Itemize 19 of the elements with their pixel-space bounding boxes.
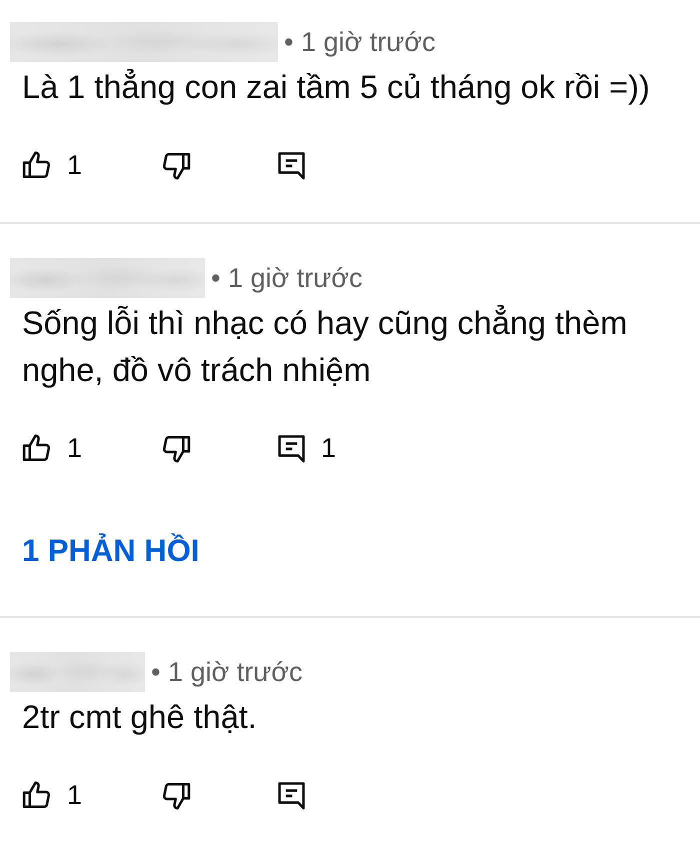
speech-bubble-icon bbox=[276, 432, 307, 464]
reply-button[interactable] bbox=[276, 780, 307, 810]
comment-text: 2tr cmt ghê thật. bbox=[22, 698, 258, 737]
comment-text: Là 1 thẳng con zai tầm 5 củ tháng ok rồi =)) bbox=[22, 68, 651, 107]
speech-bubble-icon bbox=[276, 780, 307, 810]
thumbs-up-icon bbox=[22, 150, 53, 180]
like-button[interactable]: 1 bbox=[22, 432, 82, 464]
view-replies-link[interactable]: 1 PHẢN HỒI bbox=[22, 531, 200, 571]
comment-text: Sống lỗi thì nhạc có hay cũng chẳng thèm nghe, đồ vô trách nhiệm bbox=[22, 304, 628, 390]
comment-time: • 1 giờ trước bbox=[211, 262, 362, 294]
comment-time: • 1 giờ trước bbox=[284, 26, 436, 58]
speech-bubble-icon bbox=[276, 150, 307, 180]
like-button[interactable]: 1 bbox=[22, 150, 82, 180]
like-button[interactable]: 1 bbox=[22, 780, 82, 810]
reply-button[interactable] bbox=[276, 150, 307, 180]
comment-time: • 1 giờ trước bbox=[151, 656, 302, 688]
thumbs-up-icon bbox=[22, 780, 53, 810]
thumbs-up-icon bbox=[22, 432, 53, 464]
reply-button[interactable]: 1 bbox=[276, 432, 336, 464]
